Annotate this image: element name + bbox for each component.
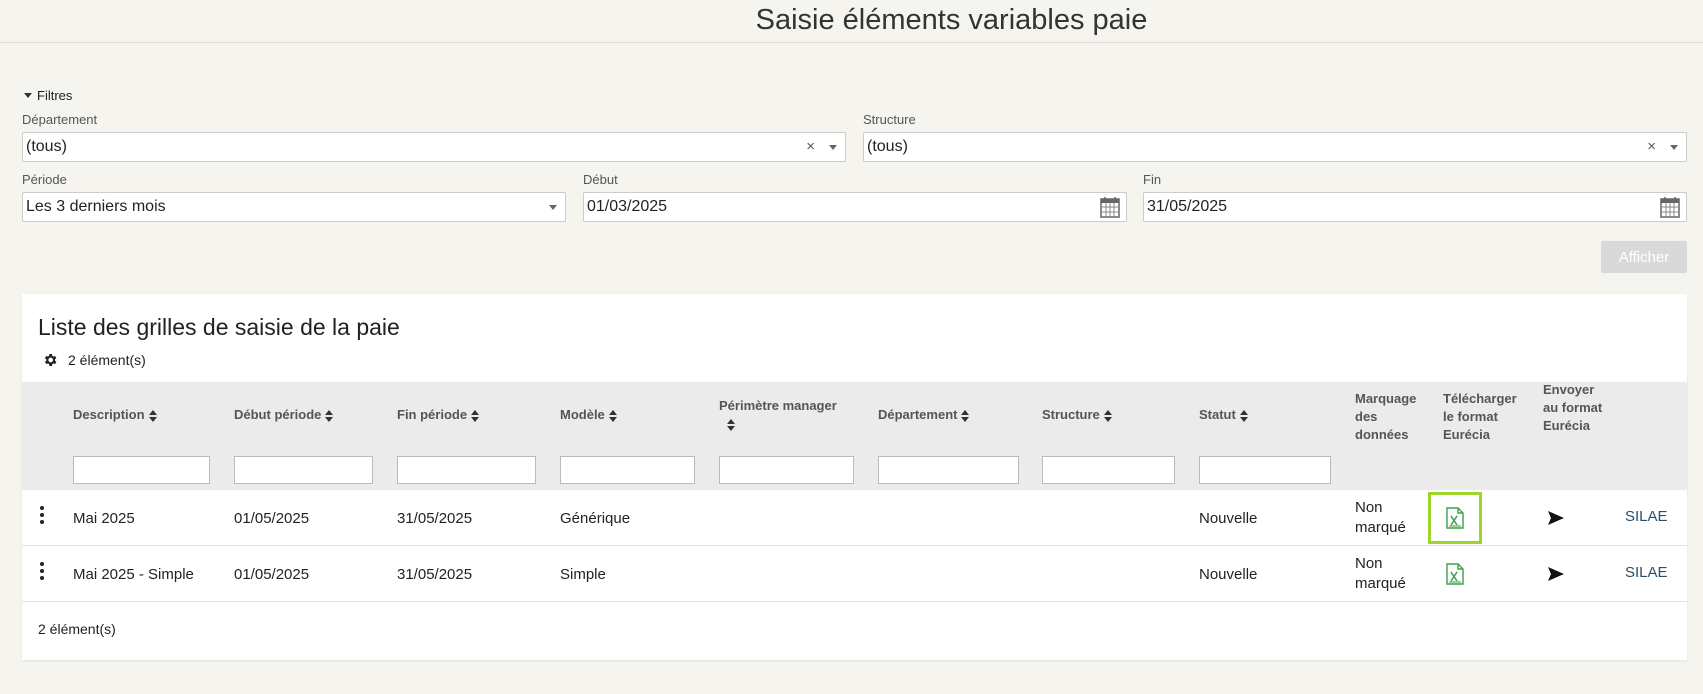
sort-icon[interactable] [325, 409, 334, 422]
col-fin-periode[interactable]: Fin période [397, 406, 480, 424]
debut-value: 01/03/2025 [587, 198, 668, 215]
page-title: Saisie éléments variables paie [755, 4, 1148, 36]
perimetre-filter-input[interactable] [719, 456, 854, 484]
row-debut: 01/05/2025 [234, 566, 310, 583]
modele-filter-input[interactable] [560, 456, 695, 484]
col-modele[interactable]: Modèle [560, 406, 617, 424]
fin-periode-filter-input[interactable] [397, 456, 536, 484]
row-statut: Nouvelle [1199, 566, 1258, 583]
col-telecharger: Télécharger le format Eurécia [1443, 391, 1517, 442]
fin-date-input[interactable]: 31/05/2025 [1143, 192, 1687, 222]
row-modele: Générique [560, 510, 631, 527]
structure-select[interactable]: (tous) × [863, 132, 1687, 162]
list-title: Liste des grilles de saisie de la paie [38, 314, 400, 340]
debut-date-input[interactable]: 01/03/2025 [583, 192, 1127, 222]
departement-label: Département [22, 112, 98, 127]
row-fin: 31/05/2025 [397, 510, 473, 527]
afficher-button[interactable]: Afficher [1601, 241, 1687, 273]
col-structure-label: Structure [1042, 407, 1100, 422]
structure-value: (tous) [867, 138, 908, 155]
sort-icon[interactable] [1103, 409, 1112, 422]
periode-select[interactable]: Les 3 derniers mois [22, 192, 566, 222]
debut-periode-filter-input[interactable] [234, 456, 373, 484]
col-debut-periode-label: Début période [234, 407, 322, 422]
table-row: Mai 2025 - Simple 01/05/2025 31/05/2025 … [22, 546, 1687, 602]
sort-icon[interactable] [148, 409, 157, 422]
clear-icon[interactable]: × [1647, 138, 1656, 155]
sort-icon[interactable] [961, 409, 970, 422]
col-fin-periode-label: Fin période [397, 407, 468, 422]
filters-toggle[interactable]: Filtres [24, 88, 72, 103]
col-perimetre-label: Périmètre manager [719, 398, 837, 413]
row-debut: 01/05/2025 [234, 510, 310, 527]
chevron-down-icon[interactable] [1670, 145, 1678, 150]
kebab-menu-icon[interactable] [39, 506, 45, 528]
row-description: Mai 2025 - Simple [73, 566, 194, 583]
debut-field: Début 01/03/2025 [583, 172, 1127, 222]
col-marquage: Marquage des données [1355, 391, 1417, 442]
list-count-row: 2 élément(s) [42, 352, 146, 368]
col-debut-periode[interactable]: Début période [234, 406, 334, 424]
fin-label: Fin [1143, 172, 1162, 187]
periode-value: Les 3 derniers mois [26, 198, 166, 215]
send-icon[interactable] [1547, 566, 1565, 582]
send-icon[interactable] [1547, 510, 1565, 526]
list-count: 2 élément(s) [68, 352, 146, 368]
col-departement-label: Département [878, 407, 958, 422]
gear-icon[interactable] [42, 352, 58, 368]
col-perimetre[interactable]: Périmètre manager [719, 397, 859, 433]
description-filter-input[interactable] [73, 456, 210, 484]
filters-toggle-label: Filtres [37, 88, 73, 103]
debut-label: Début [583, 172, 618, 187]
col-description[interactable]: Description [73, 406, 157, 424]
calendar-icon[interactable] [1100, 196, 1120, 218]
row-fin: 31/05/2025 [397, 566, 473, 583]
departement-value: (tous) [26, 138, 67, 155]
list-footer-count: 2 élément(s) [38, 621, 116, 637]
col-structure[interactable]: Structure [1042, 406, 1112, 424]
row-marquage: Non marqué [1355, 499, 1406, 536]
excel-icon [1446, 563, 1464, 585]
table-header: Description Début période Fin période Mo… [22, 382, 1687, 490]
top-bar: Saisie éléments variables paie [0, 0, 1703, 43]
silae-link[interactable]: SILAE [1625, 508, 1668, 525]
fin-value: 31/05/2025 [1147, 198, 1228, 215]
periode-label: Période [22, 172, 67, 187]
kebab-menu-icon[interactable] [39, 562, 45, 584]
payroll-grid-card: Liste des grilles de saisie de la paie 2… [22, 294, 1687, 660]
sort-icon[interactable] [608, 409, 617, 422]
col-modele-label: Modèle [560, 407, 605, 422]
caret-down-icon [24, 93, 32, 98]
table-row: Mai 2025 01/05/2025 31/05/2025 Générique… [22, 490, 1687, 546]
structure-field: Structure (tous) × [863, 112, 1687, 162]
col-description-label: Description [73, 407, 145, 422]
row-modele: Simple [560, 566, 606, 583]
statut-filter-input[interactable] [1199, 456, 1331, 484]
sort-icon[interactable] [1239, 409, 1248, 422]
calendar-icon[interactable] [1660, 196, 1680, 218]
structure-filter-input[interactable] [1042, 456, 1175, 484]
row-description: Mai 2025 [73, 510, 135, 527]
download-excel-button[interactable] [1428, 548, 1482, 600]
download-excel-button[interactable] [1428, 492, 1482, 544]
row-marquage: Non marqué [1355, 555, 1406, 592]
chevron-down-icon[interactable] [549, 205, 557, 210]
fin-field: Fin 31/05/2025 [1143, 172, 1687, 222]
col-departement[interactable]: Département [878, 406, 970, 424]
periode-field: Période Les 3 derniers mois [22, 172, 566, 222]
departement-filter-input[interactable] [878, 456, 1019, 484]
col-statut-label: Statut [1199, 407, 1236, 422]
clear-icon[interactable]: × [806, 138, 815, 155]
silae-link[interactable]: SILAE [1625, 564, 1668, 581]
departement-field: Département (tous) × [22, 112, 846, 162]
chevron-down-icon[interactable] [829, 145, 837, 150]
col-statut[interactable]: Statut [1199, 406, 1248, 424]
excel-icon [1446, 507, 1464, 529]
sort-icon[interactable] [471, 409, 480, 422]
col-envoyer: Envoyer au format Eurécia [1543, 382, 1603, 433]
row-statut: Nouvelle [1199, 510, 1258, 527]
departement-select[interactable]: (tous) × [22, 132, 846, 162]
sort-icon[interactable] [727, 418, 735, 431]
structure-label: Structure [863, 112, 916, 127]
